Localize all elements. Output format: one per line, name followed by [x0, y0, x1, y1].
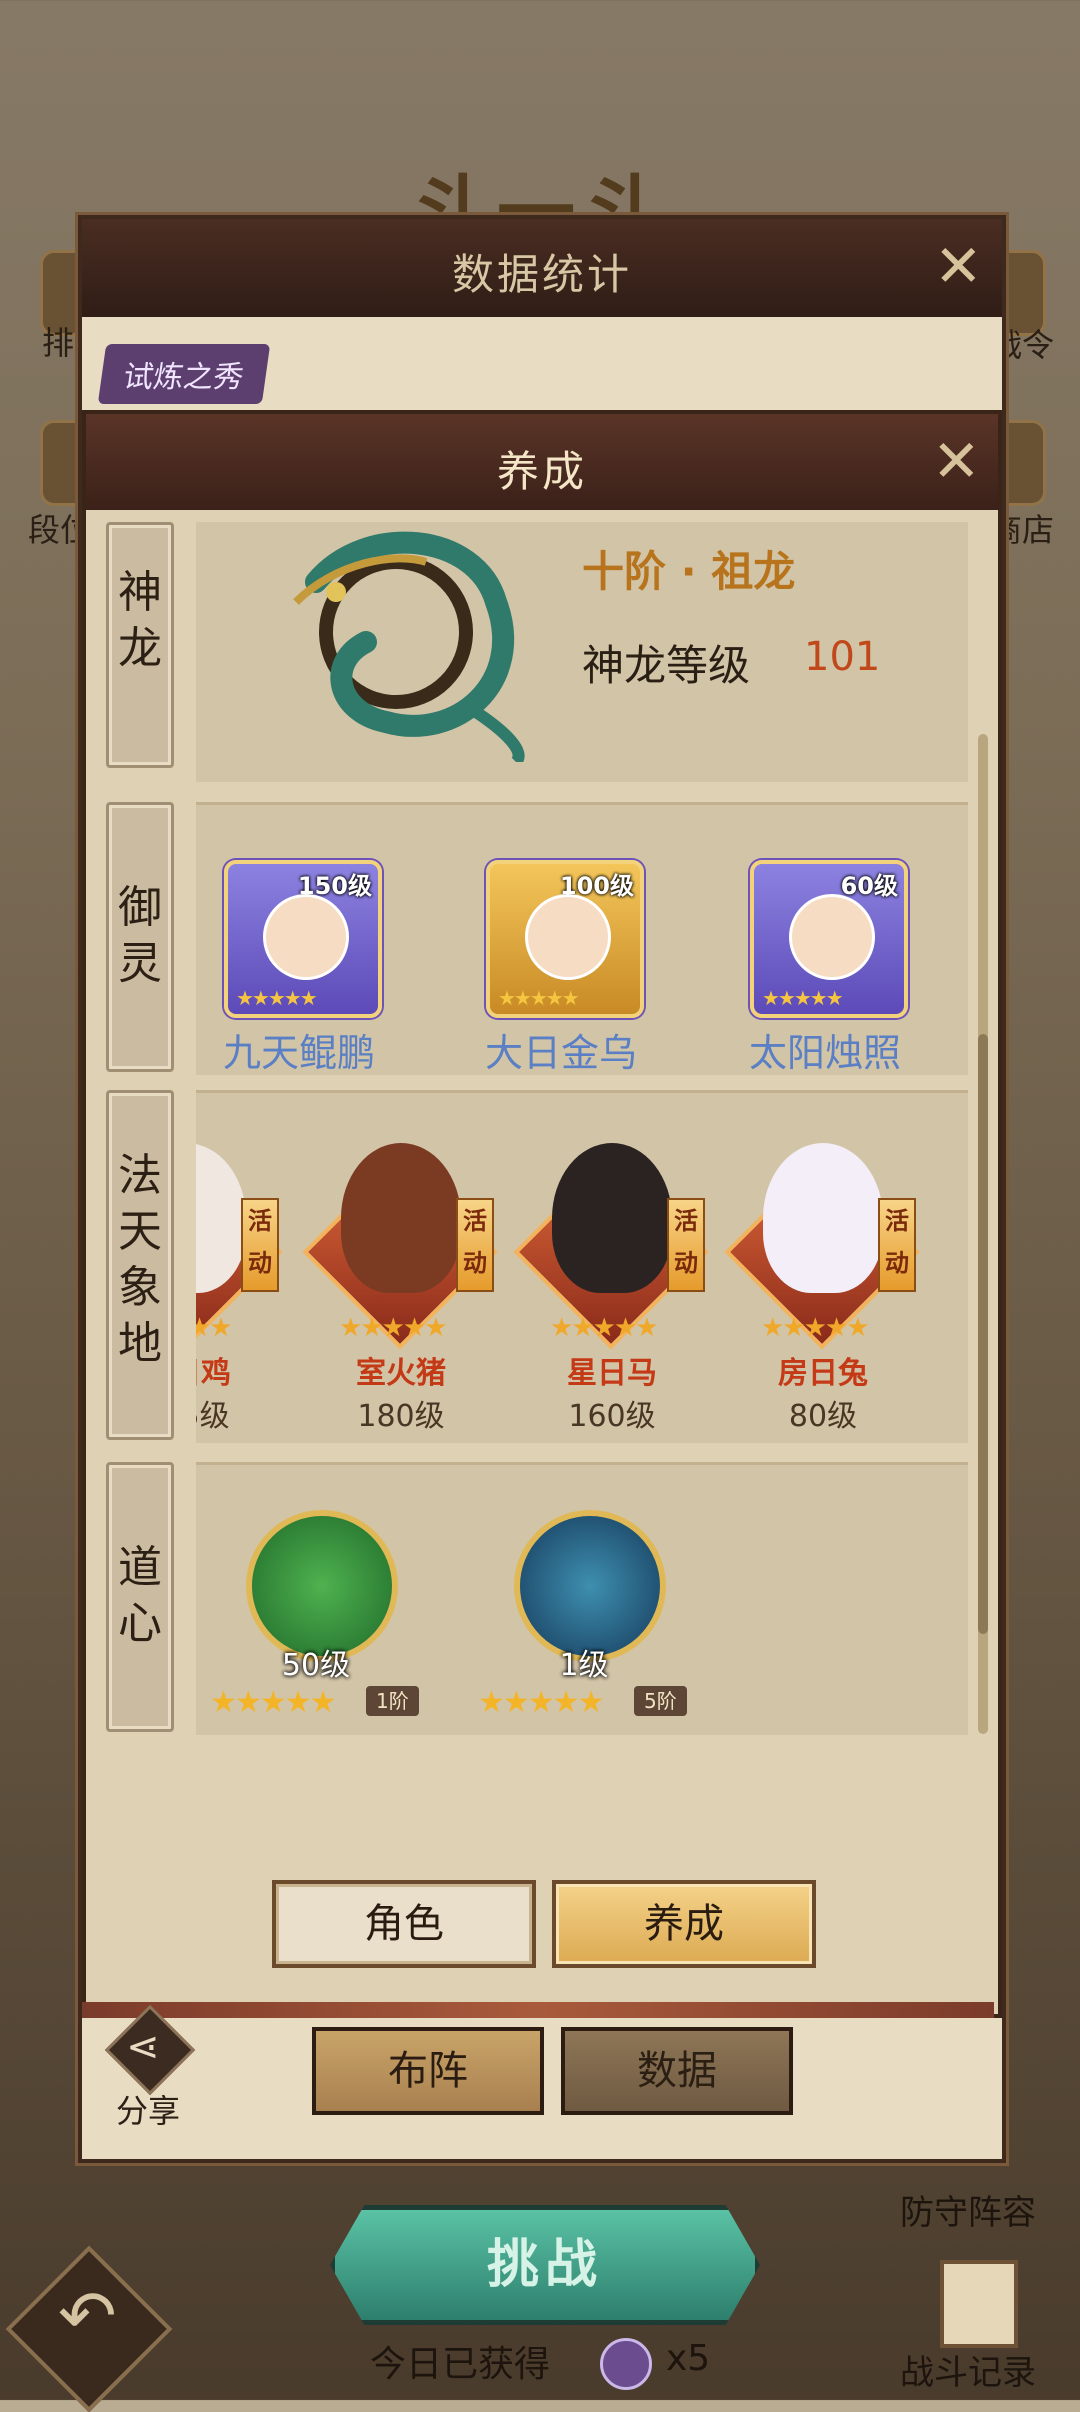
growth-panel-header: 养成 ✕ [86, 414, 998, 510]
growth-panel-title: 养成 [496, 447, 587, 496]
beast-name: 房日兔 [778, 1356, 868, 1391]
stats-panel-title: 数据统计 [451, 250, 632, 299]
spirit-avatar [525, 894, 611, 980]
spirit-level: 60级 [840, 872, 898, 900]
share-glyph-icon: ⋖ [126, 2024, 160, 2070]
event-tag: 活动 [878, 1198, 916, 1292]
spirit-name: 大日金乌 [484, 1031, 637, 1075]
data-tab-button[interactable]: 数据 [561, 2027, 793, 2115]
token-icon [600, 2338, 652, 2390]
dao-tier: 5阶 [634, 1686, 687, 1716]
dao-stars: ★★★★★ [478, 1685, 604, 1720]
beast-stars: ★★★★★ [761, 1313, 870, 1343]
spirit-stars: ★★★★★ [762, 986, 844, 1010]
beast-level: 145级 [196, 1399, 230, 1434]
battle-record-label[interactable]: 战斗记录 [900, 2345, 1036, 2394]
growth-scroll-area[interactable]: 神龙 十阶 · 祖龙 神龙等级 101 御灵 150级 ★★★★★ 九天鲲鹏 1… [96, 522, 984, 1822]
growth-panel-footer [82, 2002, 994, 2018]
today-earned-count: x5 [666, 2338, 711, 2379]
dao-row-label: 道心 [106, 1462, 174, 1732]
beasts-row-body: 活动 ★★★★★ 昴日鸡 145级 活动 ★★★★★ 室火猪 180级 活动 [196, 1090, 968, 1443]
beast-name: 室火猪 [356, 1356, 446, 1391]
dao-row: 道心 50级 ★★★★★ 1阶 1级 ★★★★★ 5阶 [96, 1462, 976, 1735]
spirits-row: 御灵 150级 ★★★★★ 九天鲲鹏 100级 ★★★★★ 大日金乌 60级 ★… [96, 802, 976, 1075]
beast-level: 180级 [357, 1399, 445, 1434]
dao-row-body: 50级 ★★★★★ 1阶 1级 ★★★★★ 5阶 [196, 1462, 968, 1735]
growth-tab-button[interactable]: 养成 [552, 1880, 816, 1968]
dragon-level-label: 神龙等级 [582, 641, 751, 690]
beasts-row-label: 法天象地 [106, 1090, 174, 1440]
beast-stars: ★★★★★ [550, 1313, 659, 1343]
dragon-row-label: 神龙 [106, 522, 174, 768]
beast-level: 160级 [568, 1399, 656, 1434]
event-tag: 活动 [241, 1198, 279, 1292]
growth-close-icon[interactable]: ✕ [932, 432, 981, 490]
dao-level: 1级 [559, 1648, 609, 1683]
dragon-row: 神龙 十阶 · 祖龙 神龙等级 101 [96, 522, 976, 782]
beast-figure [552, 1143, 672, 1293]
share-label: 分享 [115, 2092, 180, 2130]
dragon-icon [293, 531, 525, 762]
dragon-row-body: 十阶 · 祖龙 神龙等级 101 [196, 522, 968, 782]
dao-level: 50级 [281, 1648, 351, 1683]
dragon-title: 十阶 · 祖龙 [582, 547, 796, 596]
stats-close-icon[interactable]: ✕ [934, 237, 983, 295]
defense-lineup-label[interactable]: 防守阵容 [900, 2185, 1036, 2234]
dragon-level-value: 101 [804, 634, 881, 680]
share-button[interactable]: ⋖ 分享 [104, 2004, 196, 2130]
spirit-stars: ★★★★★ [498, 986, 580, 1010]
spirits-row-body: 150级 ★★★★★ 九天鲲鹏 100级 ★★★★★ 大日金乌 60级 ★★★★… [196, 802, 968, 1075]
spirit-portrait: 150级 ★★★★★ [224, 860, 382, 1018]
growth-panel: 养成 ✕ 神龙 十阶 · 祖龙 神龙等级 101 御 灵 150级 ★★★★★ … [82, 410, 1002, 2018]
spirit-stars: ★★★★★ [236, 986, 318, 1010]
spirit-name: 太阳烛照 [748, 1031, 901, 1075]
formation-tab-button[interactable]: 布阵 [312, 2027, 544, 2115]
challenge-button[interactable]: 挑战 [330, 2205, 760, 2325]
beast-figure [341, 1143, 461, 1293]
spirit-avatar [263, 894, 349, 980]
role-tab-button[interactable]: 角色 [272, 1880, 536, 1968]
spirits-row-label: 御灵 [106, 802, 174, 1072]
spirit-avatar [789, 894, 875, 980]
today-earned-label: 今日已获得 [370, 2344, 551, 2385]
dao-tier: 1阶 [366, 1686, 419, 1716]
beast-stars: ★★★★★ [339, 1313, 448, 1343]
spirit-portrait: 100级 ★★★★★ [486, 860, 644, 1018]
event-tag: 活动 [667, 1198, 705, 1292]
beasts-row: 法天象地 活动 ★★★★★ 昴日鸡 145级 活动 ★★★★★ 室火猪 [96, 1090, 976, 1443]
event-tag: 活动 [456, 1198, 494, 1292]
battle-record-icon[interactable] [940, 2260, 1018, 2348]
beast-stars: ★★★★★ [196, 1313, 233, 1343]
spirit-name: 九天鲲鹏 [222, 1031, 375, 1075]
beast-figure [763, 1143, 883, 1293]
dao-stars: ★★★★★ [210, 1685, 336, 1720]
trial-badge: 试炼之秀 [97, 344, 271, 404]
beast-level: 80级 [788, 1399, 858, 1434]
beast-name: 星日马 [567, 1356, 657, 1391]
back-arrow-icon: ↶ [58, 2275, 117, 2357]
spirit-portrait: 60级 ★★★★★ [750, 860, 908, 1018]
stats-panel-header: 数据统计 ✕ [82, 219, 1002, 317]
beast-name: 昴日鸡 [196, 1356, 231, 1391]
